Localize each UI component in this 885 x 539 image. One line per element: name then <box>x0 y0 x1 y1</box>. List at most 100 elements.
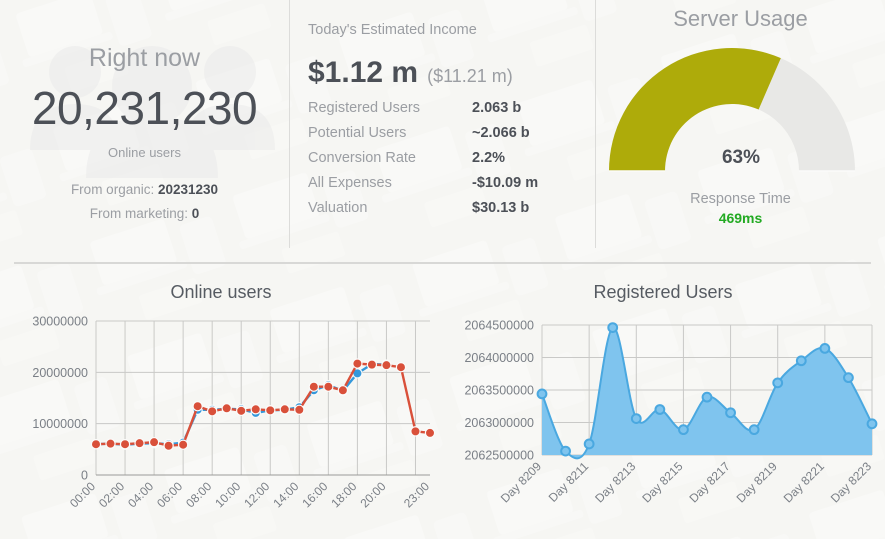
stat-label: Conversion Rate <box>308 150 472 166</box>
data-point <box>309 382 318 391</box>
section-divider <box>14 262 871 264</box>
data-point <box>382 361 391 370</box>
x-axis-tick-label: Day 8223 <box>828 459 874 505</box>
data-point <box>106 439 115 448</box>
data-point <box>208 407 217 416</box>
y-axis-tick-label: 2062500000 <box>464 449 534 463</box>
table-row: All Expenses -$10.09 m <box>308 175 595 200</box>
data-point <box>193 402 202 411</box>
x-axis-tick-label: Day 8213 <box>592 459 638 505</box>
data-point <box>251 405 260 414</box>
data-point <box>868 419 877 428</box>
x-axis-tick-label: 23:00 <box>401 479 432 510</box>
stat-value: 2.063 b <box>472 100 521 116</box>
stat-label: Valuation <box>308 200 472 216</box>
online-users-line-chart: 010000000200000003000000000:0002:0004:00… <box>0 303 442 538</box>
table-row: Potential Users ~2.066 b <box>308 125 595 150</box>
x-axis-tick-label: Day 8217 <box>686 459 732 505</box>
data-point <box>797 356 806 365</box>
x-axis-tick-label: 12:00 <box>241 479 272 510</box>
data-point <box>726 408 735 417</box>
data-point <box>280 405 289 414</box>
data-point <box>585 440 594 449</box>
server-usage-gauge: 63% <box>596 40 885 185</box>
table-row: Valuation $30.13 b <box>308 200 595 225</box>
x-axis-tick-label: 14:00 <box>270 479 301 510</box>
from-marketing-label: From marketing: <box>90 206 188 221</box>
stat-label: All Expenses <box>308 175 472 191</box>
x-axis-tick-label: 18:00 <box>328 479 359 510</box>
x-axis-tick-label: Day 8221 <box>781 459 827 505</box>
table-row: Registered Users 2.063 b <box>308 100 595 125</box>
online-users-label: Online users <box>0 145 289 160</box>
online-users-chart-panel: Online users 010000000200000003000000000… <box>0 272 442 539</box>
x-axis-tick-label: 20:00 <box>357 479 388 510</box>
stat-value: $30.13 b <box>472 200 529 216</box>
series-line <box>96 364 430 446</box>
server-usage-panel: Server Usage 63% Response Time 469ms <box>595 0 885 248</box>
registered-users-area-chart: 2062500000 2063000000 2063500000 2064000000… <box>442 303 884 538</box>
dashboard: Right now 20,231,230 Online users From o… <box>0 0 885 539</box>
y-axis-tick-label: 2064000000 <box>464 351 534 365</box>
data-point <box>324 382 333 391</box>
income-stats-table: Registered Users 2.063 b Potential Users… <box>308 100 595 225</box>
stat-value: ~2.066 b <box>472 125 530 141</box>
y-axis-tick-label: 30000000 <box>32 315 88 329</box>
x-axis-tick-label: 10:00 <box>212 479 243 510</box>
from-organic-value: 20231230 <box>158 182 218 197</box>
data-point <box>135 439 144 448</box>
data-point <box>338 386 347 395</box>
data-point <box>632 414 641 423</box>
y-axis-tick-label: 2063000000 <box>464 416 534 430</box>
stat-value: -$10.09 m <box>472 175 538 191</box>
y-axis-tick-label: 20000000 <box>32 366 88 380</box>
data-point <box>608 323 617 332</box>
data-point <box>164 441 173 450</box>
data-point <box>538 390 547 399</box>
data-point <box>367 360 376 369</box>
response-time-value: 469ms <box>596 210 885 226</box>
data-point <box>295 405 304 414</box>
chart-title: Registered Users <box>442 282 884 303</box>
y-axis-tick-label: 10000000 <box>32 417 88 431</box>
x-axis-tick-label: 02:00 <box>96 479 127 510</box>
estimated-income-title: Today's Estimated Income <box>308 22 595 38</box>
right-now-title: Right now <box>0 44 289 73</box>
data-point <box>120 440 129 449</box>
from-organic-row: From organic: 20231230 <box>0 182 289 197</box>
estimated-income-main: $1.12 m ($11.21 m) <box>308 56 595 90</box>
data-point <box>149 438 158 447</box>
from-marketing-row: From marketing: 0 <box>0 206 289 221</box>
x-axis-tick-label: 04:00 <box>125 479 156 510</box>
data-point <box>703 393 712 402</box>
x-axis-tick-label: Day 8211 <box>546 459 592 505</box>
data-point <box>222 404 231 413</box>
x-axis-tick-label: 00:00 <box>67 479 98 510</box>
data-point <box>179 440 188 449</box>
from-organic-label: From organic: <box>71 182 154 197</box>
x-axis-tick-label: Day 8209 <box>498 459 544 505</box>
stat-label: Registered Users <box>308 100 472 116</box>
charts-row: Online users 010000000200000003000000000… <box>0 272 885 539</box>
x-axis-tick-label: Day 8219 <box>734 459 780 505</box>
data-point <box>425 428 434 437</box>
estimated-income-alt-value: ($11.21 m) <box>427 66 513 87</box>
x-axis-tick-label: 16:00 <box>299 479 330 510</box>
registered-users-chart-panel: Registered Users 20625000002063000000206… <box>442 272 884 539</box>
server-usage-title: Server Usage <box>596 6 885 32</box>
online-users-count: 20,231,230 <box>0 81 289 135</box>
data-point <box>411 427 420 436</box>
response-time-label: Response Time <box>596 191 885 207</box>
y-axis-tick-label: 2063500000 <box>464 384 534 398</box>
data-point <box>266 406 275 415</box>
estimated-income-value: $1.12 m <box>308 56 418 90</box>
data-point <box>561 447 570 456</box>
right-now-panel: Right now 20,231,230 Online users From o… <box>0 0 289 248</box>
data-point <box>773 378 782 387</box>
x-axis-tick-label: Day 8215 <box>639 459 685 505</box>
from-marketing-value: 0 <box>192 206 200 221</box>
y-axis-tick-label: 2064500000 <box>464 319 534 333</box>
x-axis-tick-label: 08:00 <box>183 479 214 510</box>
gauge-percent-label: 63% <box>596 147 885 169</box>
data-point <box>655 405 664 414</box>
